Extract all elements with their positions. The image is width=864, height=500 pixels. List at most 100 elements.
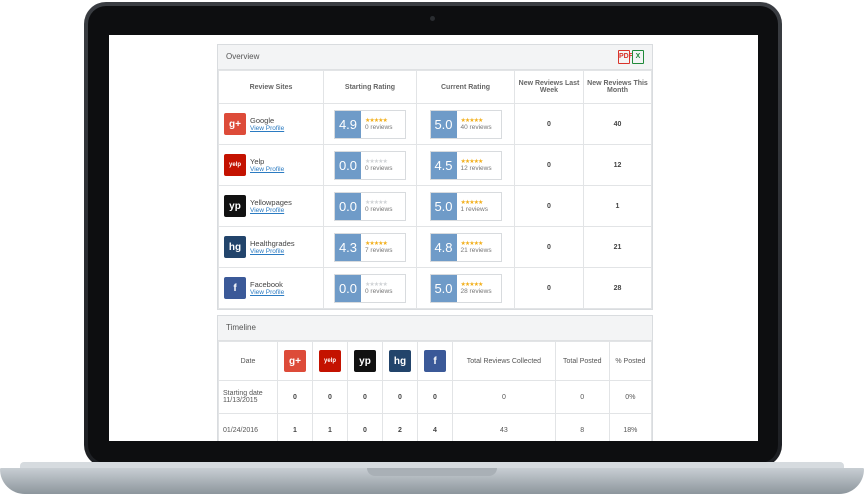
laptop-notch (367, 468, 497, 476)
timeline-count: 1 (277, 413, 313, 441)
rating-value: 4.8 (430, 233, 457, 261)
site-cell: yelp Yelp View Profile (218, 144, 324, 186)
rating-value: 4.5 (430, 151, 457, 179)
timeline-pct: 0% (608, 380, 653, 414)
starting-rating-cell: 4.3 ★★★★★ 7 reviews (323, 226, 417, 268)
timeline-collected: 0 (452, 380, 556, 414)
starting-rating-cell: 0.0 ★★★★★ 0 reviews (323, 267, 417, 309)
starting-rating-cell: 0.0 ★★★★★ 0 reviews (323, 144, 417, 186)
new-reviews-last-week: 0 (514, 185, 584, 227)
timeline-posted: 0 (554, 380, 610, 414)
facebook-logo-icon: f (424, 350, 446, 372)
timeline-count: 2 (382, 413, 418, 441)
new-reviews-last-week: 0 (514, 103, 584, 145)
timeline-date: 01/24/2016 (218, 413, 278, 441)
timeline-count: 4 (417, 413, 453, 441)
timeline-count: 0 (382, 380, 418, 414)
site-cell: yp Yellowpages View Profile (218, 185, 324, 227)
timeline-collected: 43 (452, 413, 556, 441)
timeline-date-header: Date (218, 341, 278, 381)
rating-value: 5.0 (430, 192, 457, 220)
google-logo-icon: g+ (224, 113, 246, 135)
starting-rating-cell: 4.9 ★★★★★ 0 reviews (323, 103, 417, 145)
review-count: 0 reviews (365, 206, 393, 213)
table-row: f Facebook View Profile 0.0 ★★★★★ 0 reviews 5.… (218, 267, 652, 309)
new-reviews-this-month: 21 (583, 226, 652, 268)
site-cell: g+ Google View Profile (218, 103, 324, 145)
current-rating-cell: 4.5 ★★★★★ 12 reviews (416, 144, 515, 186)
healthgrades-logo-icon: hg (224, 236, 246, 258)
timeline-panel: Timeline Date g+ yelp yp hg f Total Reviews C… (217, 315, 653, 441)
timeline-site-header: f (417, 341, 453, 381)
starting-rating-cell: 0.0 ★★★★★ 0 reviews (323, 185, 417, 227)
header-starting-rating: Starting Rating (323, 70, 417, 104)
timeline-table: Date g+ yelp yp hg f Total Reviews Collected T… (218, 341, 653, 441)
review-count: 1 reviews (460, 206, 488, 213)
table-row: g+ Google View Profile 4.9 ★★★★★ 0 reviews 5.0… (218, 103, 652, 145)
timeline-site-header: yp (347, 341, 383, 381)
rating-value: 0.0 (335, 274, 361, 302)
timeline-site-header: g+ (277, 341, 313, 381)
rating-box: 0.0 ★★★★★ 0 reviews (334, 273, 406, 303)
review-count: 28 reviews (460, 288, 492, 295)
rating-value: 5.0 (430, 274, 457, 302)
timeline-header: Timeline (218, 316, 652, 341)
timeline-count: 0 (417, 380, 453, 414)
table-row: yelp Yelp View Profile 0.0 ★★★★★ 0 reviews 4.5… (218, 144, 652, 186)
new-reviews-last-week: 0 (514, 144, 584, 186)
review-count: 7 reviews (365, 247, 393, 254)
star-rating-icon: ★★★★★ (365, 118, 388, 124)
pdf-export-icon[interactable]: PDF (618, 50, 633, 64)
yellowpages-logo-icon: yp (224, 195, 246, 217)
rating-box: 4.9 ★★★★★ 0 reviews (334, 109, 406, 139)
rating-box: 0.0 ★★★★★ 0 reviews (334, 150, 406, 180)
current-rating-cell: 5.0 ★★★★★ 1 reviews (416, 185, 515, 227)
screen: Overview PDF X Review Sites Starting Rat… (109, 35, 758, 441)
overview-panel: Overview PDF X Review Sites Starting Rat… (217, 44, 653, 310)
new-reviews-last-week: 0 (514, 226, 584, 268)
star-rating-icon: ★★★★★ (460, 118, 484, 124)
yelp-logo-icon: yelp (319, 350, 341, 372)
review-count: 21 reviews (460, 247, 492, 254)
site-name: Yellowpages (250, 198, 292, 207)
rating-value: 4.3 (335, 233, 361, 261)
site-name: Google (250, 116, 275, 125)
view-profile-link[interactable]: View Profile (250, 125, 284, 132)
rating-box: 5.0 ★★★★★ 40 reviews (429, 109, 502, 139)
star-rating-icon: ★★★★★ (365, 200, 388, 206)
table-row: Starting date 11/13/2015 0 0 0 0 0 0 0 0% (218, 380, 653, 414)
timeline-site-header: hg (382, 341, 418, 381)
review-count: 12 reviews (460, 165, 492, 172)
yelp-logo-icon: yelp (224, 154, 246, 176)
current-rating-cell: 5.0 ★★★★★ 28 reviews (416, 267, 515, 309)
review-count: 0 reviews (365, 124, 393, 131)
table-row: hg Healthgrades View Profile 4.3 ★★★★★ 7 revi… (218, 226, 652, 268)
view-profile-link[interactable]: View Profile (250, 289, 284, 296)
star-rating-icon: ★★★★★ (460, 241, 484, 247)
new-reviews-last-week: 0 (514, 267, 584, 309)
timeline-count: 0 (347, 380, 383, 414)
timeline-pct: 18% (608, 413, 653, 441)
timeline-title: Timeline (226, 323, 256, 332)
rating-box: 4.8 ★★★★★ 21 reviews (429, 232, 502, 262)
star-rating-icon: ★★★★★ (365, 241, 388, 247)
new-reviews-this-month: 12 (583, 144, 652, 186)
view-profile-link[interactable]: View Profile (250, 248, 284, 255)
new-reviews-this-month: 28 (583, 267, 652, 309)
rating-box: 5.0 ★★★★★ 28 reviews (429, 273, 502, 303)
view-profile-link[interactable]: View Profile (250, 166, 284, 173)
header-review-sites: Review Sites (218, 70, 324, 104)
excel-export-icon[interactable]: X (632, 50, 644, 64)
star-rating-icon: ★★★★★ (460, 200, 484, 206)
healthgrades-logo-icon: hg (389, 350, 411, 372)
camera-icon (430, 16, 435, 21)
new-reviews-this-month: 1 (583, 185, 652, 227)
timeline-date: Starting date 11/13/2015 (218, 380, 278, 414)
overview-table: Review Sites Starting Rating Current Rat… (218, 70, 652, 309)
overview-title: Overview (226, 52, 260, 61)
view-profile-link[interactable]: View Profile (250, 207, 284, 214)
total-collected-header: Total Reviews Collected (452, 341, 556, 381)
rating-value: 0.0 (335, 192, 361, 220)
star-rating-icon: ★★★★★ (460, 159, 484, 165)
star-rating-icon: ★★★★★ (365, 159, 388, 165)
